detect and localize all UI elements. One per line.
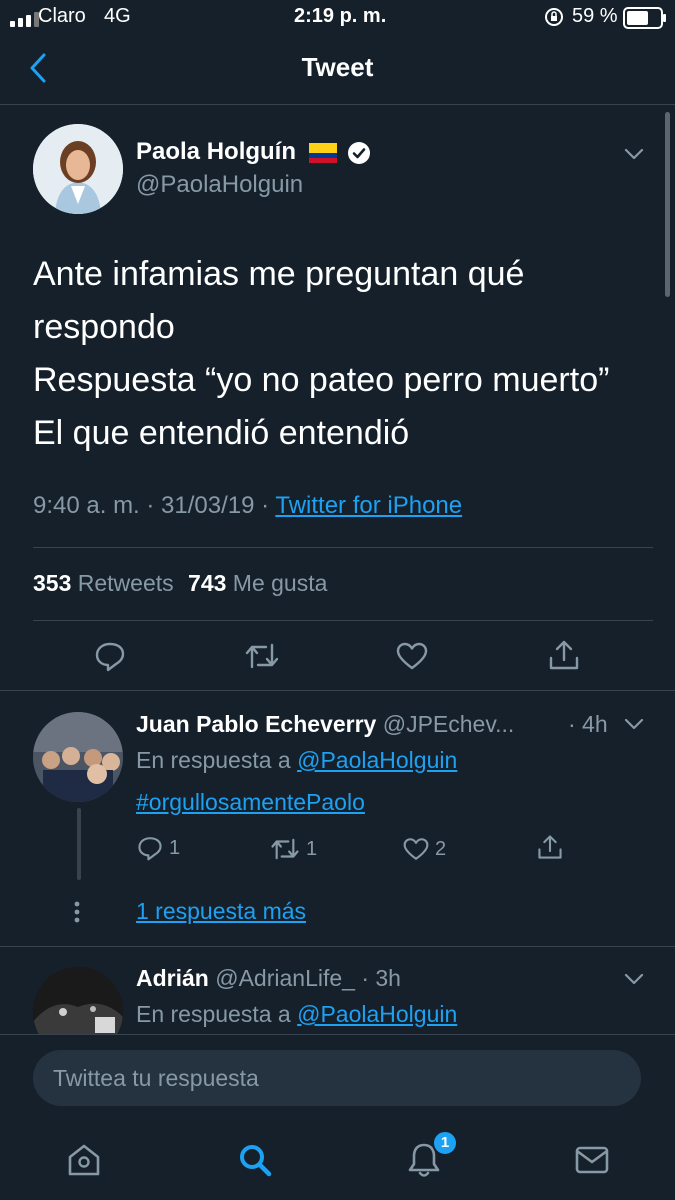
like-heart-icon[interactable] (396, 642, 428, 670)
author-name[interactable]: Paola Holguín (136, 138, 296, 165)
clock: 2:19 p. m. (294, 5, 387, 27)
chevron-down-icon[interactable] (624, 717, 644, 731)
hashtag-link[interactable]: #orgullosamentePaolo (136, 789, 365, 816)
tweet-text: Ante infamias me preguntan qué respondo … (33, 248, 643, 460)
search-icon[interactable] (237, 1142, 273, 1178)
reply-mention-link[interactable]: @PaolaHolguin (297, 1001, 457, 1027)
network-label: 4G (104, 5, 131, 27)
reply-icon[interactable] (94, 640, 126, 672)
likes-count: 743 (188, 570, 227, 596)
signal-strength-icon (10, 12, 39, 27)
reply-context-prefix: En respuesta a (136, 1001, 298, 1027)
more-dots-icon (74, 901, 80, 923)
reply-time: · 3h (361, 965, 401, 991)
author-handle[interactable]: @PaolaHolguin (136, 171, 303, 199)
thread-line (77, 808, 81, 880)
reply-header[interactable]: Adrián @AdrianLife_ · 3h (136, 965, 401, 992)
author-name-row[interactable]: Paola Holguín (136, 138, 371, 166)
status-bar: Claro 4G 2:19 p. m. 59 % (0, 0, 675, 36)
reply-author-handle[interactable]: @AdrianLife_ (215, 965, 355, 991)
reply-author-name[interactable]: Adrián (136, 965, 209, 991)
reply-context: En respuesta a @PaolaHolguin (136, 1001, 457, 1028)
orientation-lock-icon (545, 8, 563, 26)
tweet-line: Respuesta “yo no pateo perro muerto” (33, 361, 610, 399)
tweet-source-link[interactable]: Twitter for iPhone (275, 492, 462, 519)
tweet-line: El que entendió entendió (33, 414, 410, 452)
share-icon[interactable] (548, 638, 580, 672)
tweet-timestamp: 9:40 a. m. · 31/03/19 · (33, 492, 276, 519)
chevron-down-icon[interactable] (624, 972, 644, 986)
actions-divider (0, 690, 675, 691)
battery-icon (623, 7, 666, 29)
messages-envelope-icon[interactable] (574, 1145, 610, 1175)
reply-context-prefix: En respuesta a (136, 747, 298, 773)
colombia-flag-icon (308, 142, 337, 163)
tweet-line: Ante infamias me preguntan qué (33, 255, 525, 293)
stats-divider (33, 620, 653, 621)
compose-reply-input[interactable]: Twittea tu respuesta (33, 1050, 641, 1106)
meta-divider (33, 547, 653, 548)
reply-context: En respuesta a @PaolaHolguin (136, 747, 457, 774)
reply-like-action[interactable]: 2 (403, 837, 446, 861)
reply-avatar[interactable] (33, 712, 123, 802)
chevron-down-icon[interactable] (624, 147, 644, 161)
notifications-badge: 1 (432, 1130, 458, 1156)
retweet-count: 1 (306, 837, 318, 860)
reply-count: 1 (169, 836, 181, 859)
reply-mention-link[interactable]: @PaolaHolguin (297, 747, 457, 773)
author-avatar[interactable] (33, 124, 123, 214)
page-title: Tweet (301, 52, 374, 82)
reply-divider (0, 946, 675, 947)
more-replies-link[interactable]: 1 respuesta más (136, 898, 306, 925)
reply-author-name[interactable]: Juan Pablo Echeverry (136, 711, 376, 737)
reply-author-handle[interactable]: @JPEchev... (383, 711, 515, 737)
verified-badge-icon (348, 141, 371, 164)
reply-time: · 4h (568, 711, 608, 737)
like-count: 2 (435, 837, 447, 860)
reply-header[interactable]: Juan Pablo Echeverry @JPEchev... (136, 711, 514, 738)
tweet-meta: 9:40 a. m. · 31/03/19 · Twitter for iPho… (33, 492, 462, 520)
retweet-icon[interactable] (270, 837, 300, 861)
engagement-stats[interactable]: 353 Retweets 743 Me gusta (33, 570, 327, 597)
reply-reply-action[interactable]: 1 (137, 835, 180, 861)
reply-icon[interactable] (137, 835, 163, 861)
share-icon[interactable] (537, 833, 563, 861)
reply-retweet-action[interactable]: 1 (270, 837, 317, 861)
header-divider (0, 104, 675, 105)
retweets-count: 353 (33, 570, 72, 596)
like-heart-icon[interactable] (403, 837, 429, 861)
scrollbar[interactable] (665, 112, 670, 297)
likes-label: Me gusta (232, 570, 328, 596)
tweet-line: respondo (33, 308, 175, 346)
carrier-label: Claro (38, 5, 86, 27)
battery-percent: 59 % (572, 5, 618, 27)
home-icon[interactable] (66, 1142, 102, 1178)
retweets-label: Retweets (77, 570, 174, 596)
retweet-icon[interactable] (244, 642, 280, 670)
